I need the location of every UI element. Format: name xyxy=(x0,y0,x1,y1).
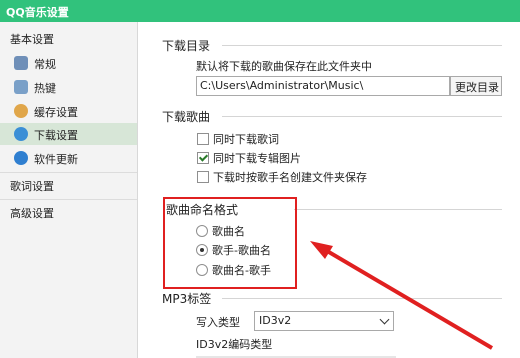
sidebar-item-cache[interactable]: 缓存设置 xyxy=(0,100,137,122)
sidebar: 基本设置 常规 热键 缓存设置 下载设置 软件更新 歌词设置 高级设置 xyxy=(0,22,138,358)
mp3-tags-title: MP3标签 xyxy=(162,292,212,306)
chevron-down-icon xyxy=(379,314,390,325)
encoding-type-label: ID3v2编码类型 xyxy=(196,338,273,351)
sidebar-section-basic[interactable]: 基本设置 xyxy=(0,26,137,50)
artist-folder-label: 下载时按歌手名创建文件夹保存 xyxy=(213,171,367,184)
download-dir-description: 默认将下载的歌曲保存在此文件夹中 xyxy=(196,60,372,73)
hotkey-icon xyxy=(14,80,28,94)
sidebar-section-advanced[interactable]: 高级设置 xyxy=(0,199,137,224)
sidebar-item-download[interactable]: 下载设置 xyxy=(0,123,137,145)
window-title: QQ音乐设置 xyxy=(6,6,69,19)
write-type-value: ID3v2 xyxy=(259,314,292,327)
cache-icon xyxy=(14,104,28,118)
sidebar-item-label: 热键 xyxy=(34,82,56,95)
sidebar-item-general[interactable]: 常规 xyxy=(0,52,137,74)
download-songs-title: 下载歌曲 xyxy=(162,110,211,124)
sidebar-item-update[interactable]: 软件更新 xyxy=(0,147,137,169)
write-type-label: 写入类型 xyxy=(196,316,240,329)
divider xyxy=(222,116,502,117)
write-type-select[interactable]: ID3v2 xyxy=(254,311,394,331)
download-lyrics-checkbox[interactable] xyxy=(197,133,209,145)
download-path-value: C:\Users\Administrator\Music\ xyxy=(200,79,364,92)
settings-panel: 下载目录 默认将下载的歌曲保存在此文件夹中 C:\Users\Administr… xyxy=(138,22,520,358)
artist-folder-checkbox[interactable] xyxy=(197,171,209,183)
sidebar-section-label: 基本设置 xyxy=(10,33,54,46)
sidebar-item-label: 下载设置 xyxy=(34,129,78,142)
sidebar-item-label: 常规 xyxy=(34,58,56,71)
download-icon xyxy=(14,127,28,141)
update-icon xyxy=(14,151,28,165)
download-path-field[interactable]: C:\Users\Administrator\Music\ xyxy=(196,76,450,96)
divider xyxy=(222,298,502,299)
highlight-box xyxy=(163,197,297,289)
download-cover-label: 同时下载专辑图片 xyxy=(213,152,301,165)
download-lyrics-label: 同时下载歌词 xyxy=(213,133,279,146)
sidebar-section-lyrics[interactable]: 歌词设置 xyxy=(0,172,137,197)
sidebar-section-label: 歌词设置 xyxy=(10,180,54,193)
sidebar-item-label: 缓存设置 xyxy=(34,106,78,119)
change-directory-label: 更改目录 xyxy=(455,81,499,94)
download-dir-title: 下载目录 xyxy=(162,39,211,53)
sidebar-section-label: 高级设置 xyxy=(10,207,54,220)
change-directory-button[interactable]: 更改目录 xyxy=(450,76,502,96)
sidebar-item-label: 软件更新 xyxy=(34,153,78,166)
divider xyxy=(222,45,502,46)
sidebar-item-hotkey[interactable]: 热键 xyxy=(0,76,137,98)
divider xyxy=(294,209,502,210)
download-cover-checkbox[interactable] xyxy=(197,152,209,164)
general-icon xyxy=(14,56,28,70)
title-bar: QQ音乐设置 xyxy=(0,0,520,22)
